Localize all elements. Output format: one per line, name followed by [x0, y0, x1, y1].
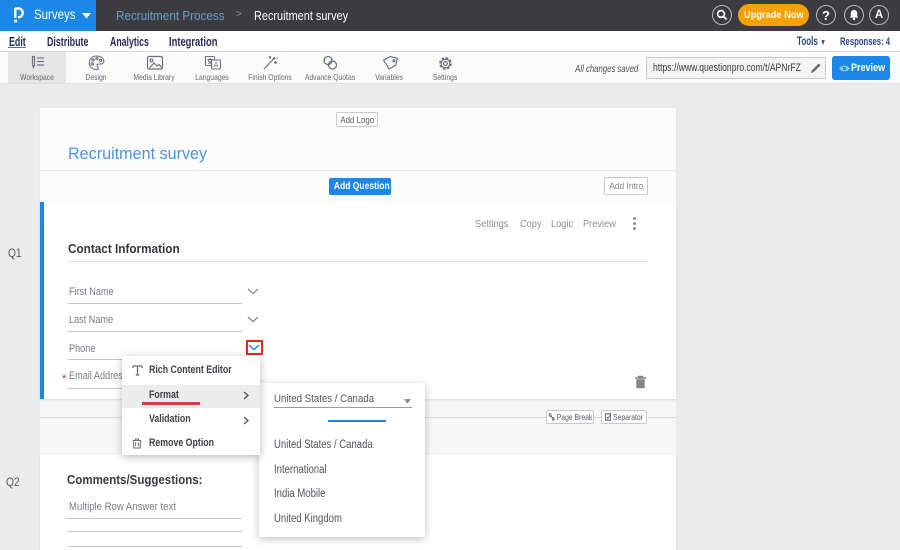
svg-text:A: A	[214, 62, 219, 69]
